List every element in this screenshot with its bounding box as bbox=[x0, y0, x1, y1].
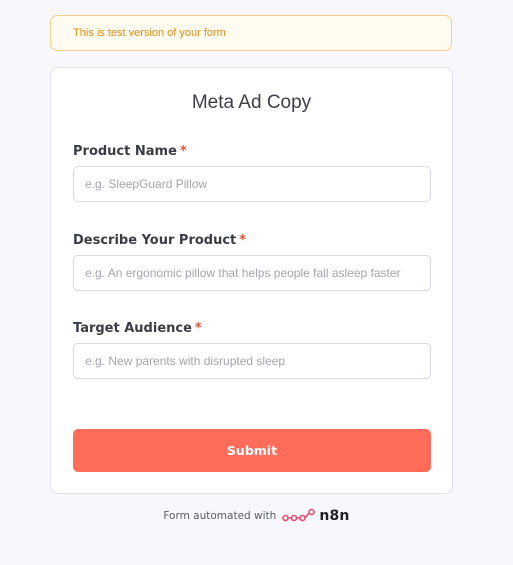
footer-text: Form automated with bbox=[163, 510, 277, 522]
test-version-banner: This is test version of your form bbox=[50, 15, 452, 51]
describe-product-label: Describe Your Product * bbox=[73, 233, 246, 248]
n8n-brand-link[interactable]: n8n bbox=[282, 508, 349, 524]
target-audience-label: Target Audience * bbox=[73, 321, 202, 336]
n8n-brand-name: n8n bbox=[319, 508, 350, 524]
describe-product-input[interactable] bbox=[73, 255, 431, 291]
n8n-logo-icon bbox=[282, 508, 316, 522]
required-marker: * bbox=[239, 233, 247, 248]
product-name-label-text: Product Name bbox=[73, 144, 177, 159]
required-marker: * bbox=[179, 144, 187, 159]
form-card: Meta Ad Copy Product Name* Describe Your… bbox=[50, 67, 453, 494]
product-name-label: Product Name * bbox=[73, 144, 187, 159]
target-audience-input[interactable] bbox=[73, 343, 431, 379]
product-name-input[interactable] bbox=[73, 166, 431, 202]
form-title: Meta Ad Copy bbox=[191, 92, 312, 113]
banner-text: This is test version of your form bbox=[73, 27, 226, 39]
footer: Form automated with n8n bbox=[0, 508, 513, 524]
describe-product-label-text: Describe Your Product bbox=[73, 233, 237, 248]
submit-button[interactable]: Submit bbox=[73, 429, 431, 472]
required-marker: * bbox=[194, 321, 202, 336]
target-audience-label-text: Target Audience bbox=[73, 321, 192, 336]
